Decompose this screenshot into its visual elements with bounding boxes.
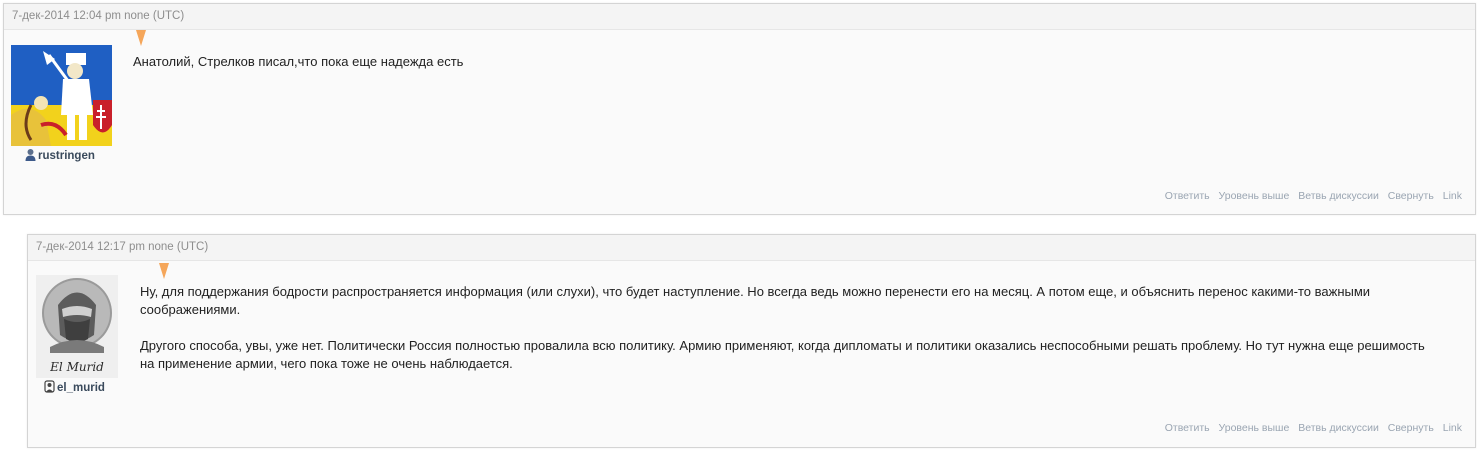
thread-link[interactable]: Ветвь дискуссии: [1298, 422, 1379, 434]
reply-link[interactable]: Ответить: [1165, 422, 1210, 434]
comment-actions: Ответить Уровень выше Ветвь дискуссии Св…: [1159, 422, 1462, 434]
reply-link[interactable]: Ответить: [1165, 190, 1210, 202]
comment-pointer: [159, 263, 169, 279]
comment-body: Анатолий, Стрелков писал,что пока еще на…: [133, 53, 1433, 89]
comment-actions: Ответить Уровень выше Ветвь дискуссии Св…: [1159, 190, 1462, 202]
comment-body: Ну, для поддержания бодрости распростран…: [140, 283, 1440, 391]
el-murid-portrait-avatar: El Murid: [36, 275, 118, 378]
username: el_murid: [57, 382, 105, 394]
permalink[interactable]: Link: [1443, 422, 1462, 434]
permalink[interactable]: Link: [1443, 190, 1462, 202]
username: rustringen: [38, 150, 95, 162]
comment: 7-дек-2014 12:17 pm none (UTC) El Murid …: [27, 234, 1476, 448]
avatar-caption: El Murid: [49, 360, 104, 374]
comment-paragraph: Анатолий, Стрелков писал,что пока еще на…: [133, 54, 464, 69]
parent-link[interactable]: Уровень выше: [1219, 190, 1290, 202]
heraldic-knight-avatar: [11, 45, 112, 146]
parent-link[interactable]: Уровень выше: [1219, 422, 1290, 434]
collapse-link[interactable]: Свернуть: [1388, 190, 1434, 202]
user-avatar[interactable]: [11, 45, 112, 146]
user-icon: [44, 380, 55, 393]
username-link[interactable]: el_murid: [44, 380, 105, 394]
thread-link[interactable]: Ветвь дискуссии: [1298, 190, 1379, 202]
comment-paragraph: Ну, для поддержания бодрости распростран…: [140, 284, 1371, 317]
user-avatar[interactable]: El Murid: [36, 275, 118, 378]
user-icon: [25, 148, 36, 161]
comment-paragraph: Другого способа, увы, уже нет. Политичес…: [140, 338, 1425, 371]
username-link[interactable]: rustringen: [25, 148, 95, 162]
collapse-link[interactable]: Свернуть: [1388, 422, 1434, 434]
comment-timestamp: 7-дек-2014 12:04 pm none (UTC): [4, 4, 1475, 30]
comment-pointer: [136, 30, 146, 46]
comment-timestamp: 7-дек-2014 12:17 pm none (UTC): [28, 235, 1475, 261]
comment: 7-дек-2014 12:04 pm none (UTC) rustringe…: [3, 3, 1476, 215]
